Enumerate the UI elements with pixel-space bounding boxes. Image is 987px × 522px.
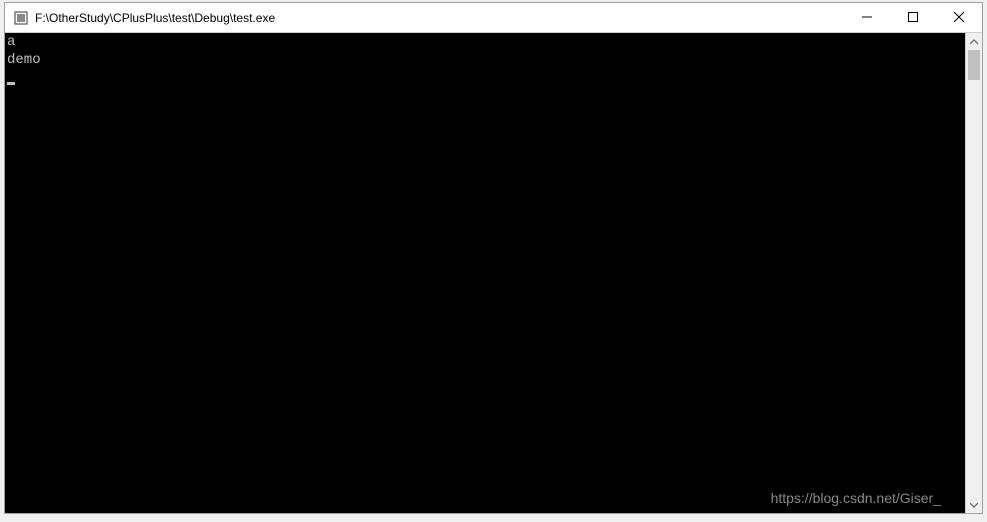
close-icon xyxy=(954,10,964,25)
chevron-down-icon xyxy=(970,496,978,514)
watermark-text: https://blog.csdn.net/Giser_ xyxy=(771,489,941,507)
maximize-icon xyxy=(908,10,918,25)
titlebar[interactable]: F:\OtherStudy\CPlusPlus\test\Debug\test.… xyxy=(5,3,982,33)
window-body: a demo https://blog.csdn.net/Giser_ xyxy=(5,33,982,513)
window-title: F:\OtherStudy\CPlusPlus\test\Debug\test.… xyxy=(35,11,844,25)
console-line: a xyxy=(5,33,965,51)
scroll-down-button[interactable] xyxy=(966,496,982,513)
cursor xyxy=(7,82,15,85)
console-window: F:\OtherStudy\CPlusPlus\test\Debug\test.… xyxy=(4,2,983,514)
scroll-thumb[interactable] xyxy=(968,50,980,80)
minimize-icon xyxy=(862,10,872,25)
minimize-button[interactable] xyxy=(844,3,890,32)
maximize-button[interactable] xyxy=(890,3,936,32)
window-controls xyxy=(844,3,982,32)
console-output[interactable]: a demo https://blog.csdn.net/Giser_ xyxy=(5,33,965,513)
scroll-track[interactable] xyxy=(966,50,982,496)
chevron-up-icon xyxy=(970,33,978,51)
console-cursor-line xyxy=(5,69,965,87)
vertical-scrollbar[interactable] xyxy=(965,33,982,513)
app-icon xyxy=(13,10,29,26)
console-line: demo xyxy=(5,51,965,69)
scroll-up-button[interactable] xyxy=(966,33,982,50)
close-button[interactable] xyxy=(936,3,982,32)
